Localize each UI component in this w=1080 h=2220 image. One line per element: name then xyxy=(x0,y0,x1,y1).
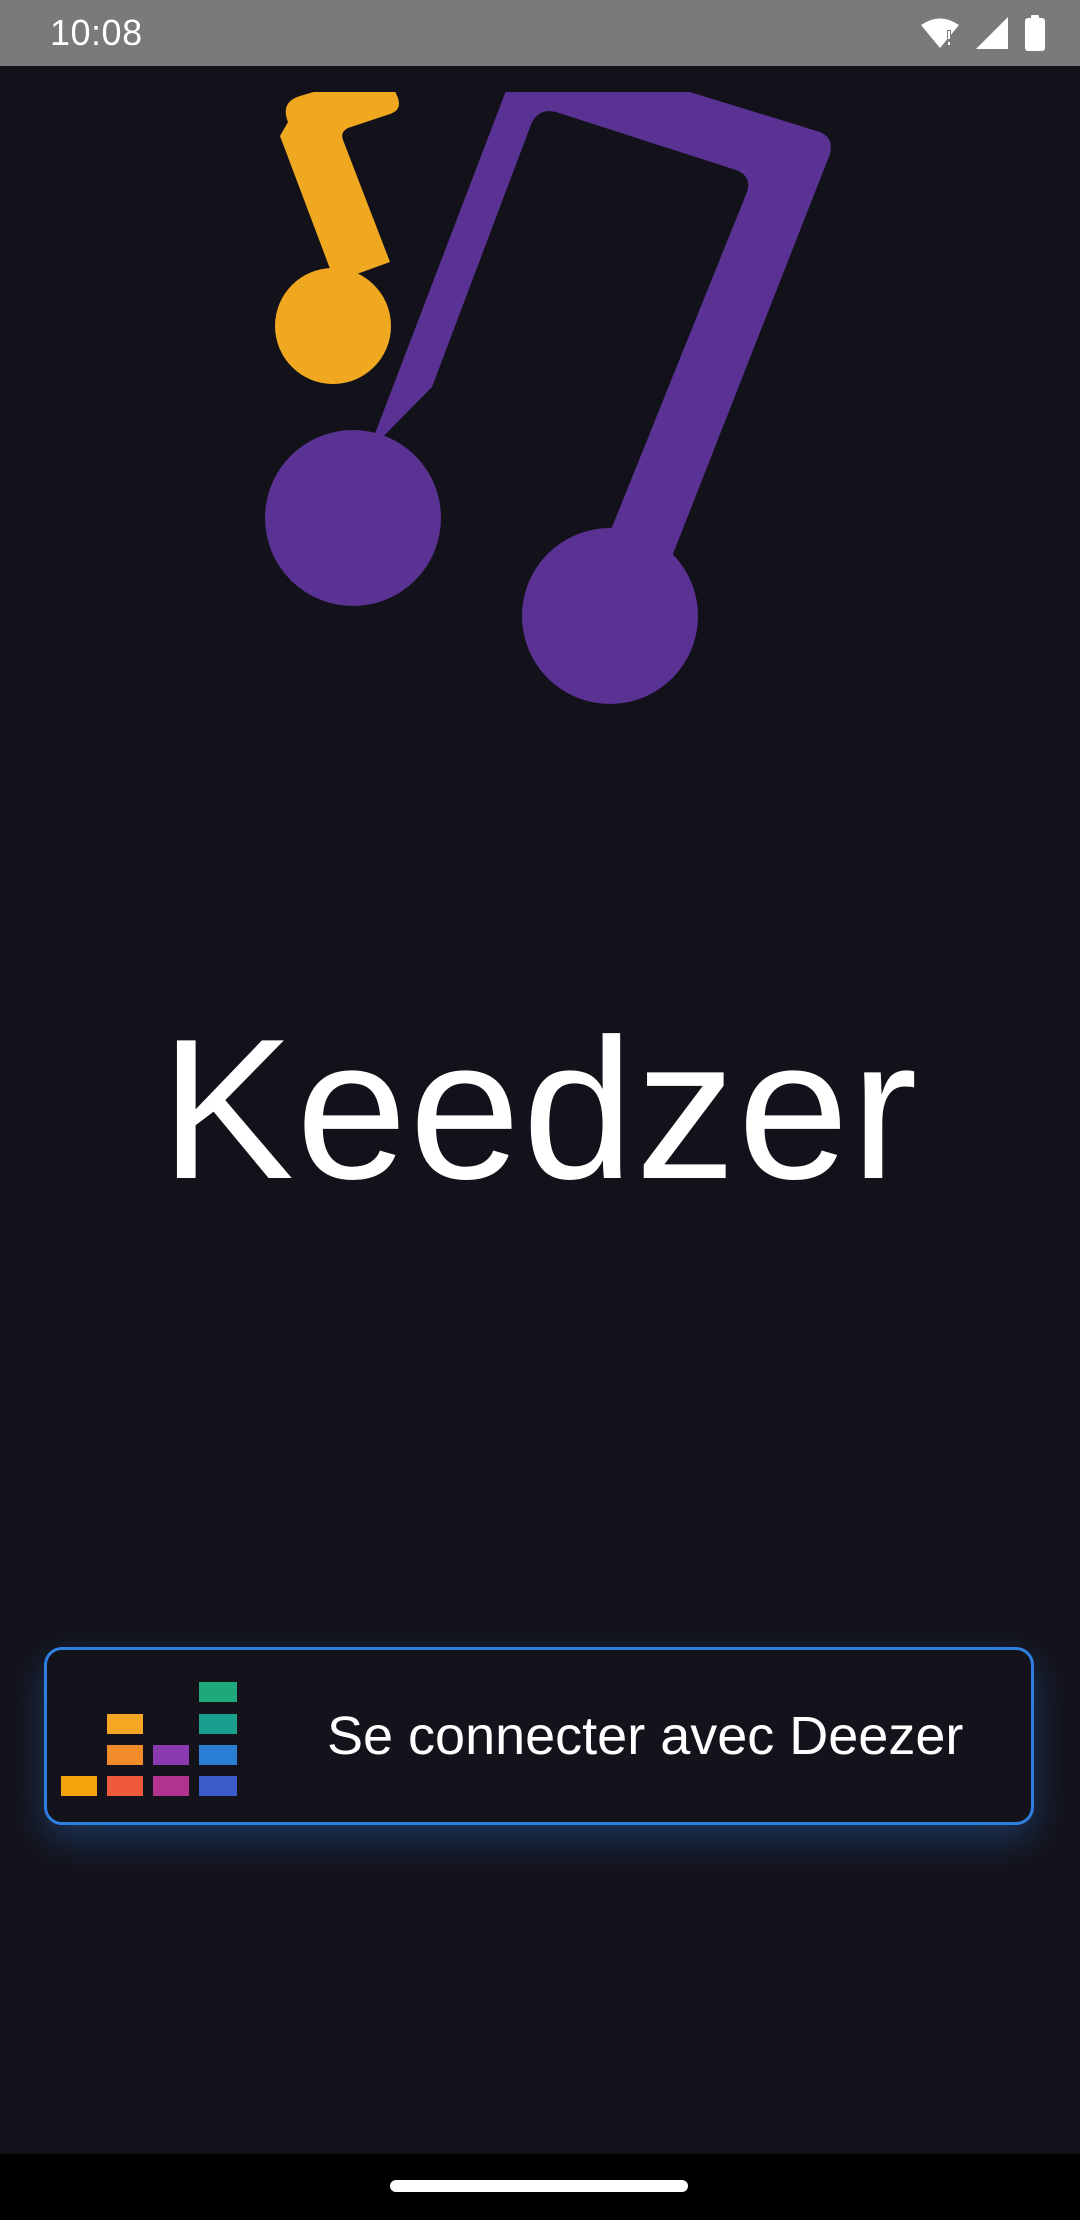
status-bar: 10:08 xyxy=(0,0,1080,66)
home-indicator[interactable] xyxy=(390,2180,688,2192)
deezer-logo-icon xyxy=(61,1682,237,1796)
connect-with-deezer-button[interactable]: Se connecter avec Deezer xyxy=(44,1647,1034,1825)
music-notes-logo-icon xyxy=(260,45,840,712)
connect-button-label: Se connecter avec Deezer xyxy=(327,1706,964,1766)
app-title: Keedzer xyxy=(160,998,920,1221)
battery-icon xyxy=(1024,15,1046,51)
signal-icon xyxy=(974,16,1010,50)
login-screen: 10:08 Keedzer Se connecter avec Deezer xyxy=(0,0,1080,2220)
status-time: 10:08 xyxy=(50,12,143,53)
wifi-icon xyxy=(920,16,960,50)
status-icons xyxy=(920,14,1046,52)
